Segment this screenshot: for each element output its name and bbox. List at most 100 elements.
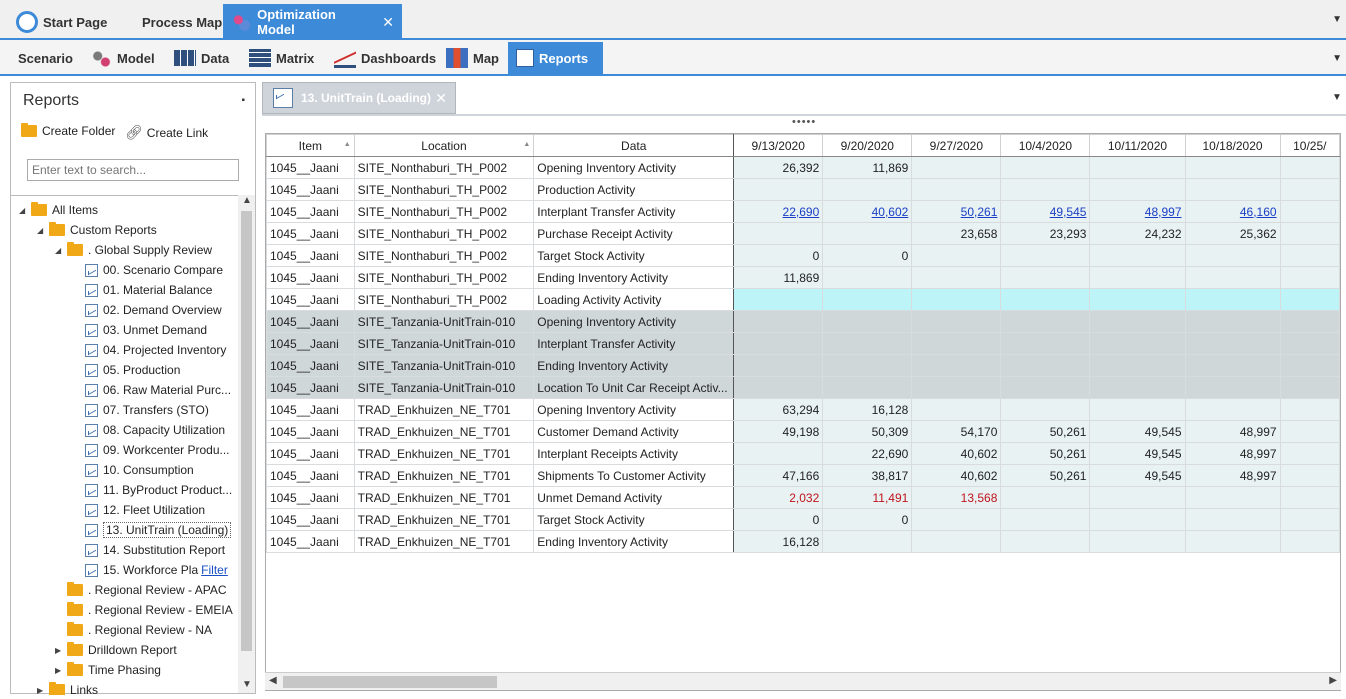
table-row[interactable]: 1045__Jaani TRAD_Enkhuizen_NE_T701 Target … — [266, 508, 1340, 531]
table-cell[interactable] — [733, 376, 824, 399]
table-cell[interactable]: TRAD_Enkhuizen_NE_T701 — [353, 486, 535, 509]
tree-folder[interactable]: ▶ Drilldown Report — [55, 640, 177, 660]
table-cell[interactable] — [822, 266, 913, 289]
tree-report-item[interactable]: 02. Demand Overview — [73, 300, 222, 320]
table-cell[interactable] — [1184, 178, 1281, 201]
table-cell[interactable] — [1279, 244, 1340, 267]
table-cell[interactable]: 22,690 — [822, 442, 913, 465]
table-cell[interactable]: 1045__Jaani — [266, 244, 355, 267]
table-cell[interactable]: 1045__Jaani — [266, 464, 355, 487]
table-cell[interactable] — [822, 332, 913, 355]
table-cell[interactable]: 40,602 — [911, 464, 1002, 487]
table-cell[interactable]: 25,362 — [1184, 222, 1281, 245]
table-cell[interactable] — [1184, 288, 1281, 311]
table-cell[interactable]: 1045__Jaani — [266, 200, 355, 223]
table-cell[interactable]: Unmet Demand Activity — [533, 486, 735, 509]
table-cell[interactable]: SITE_Tanzania-UnitTrain-010 — [353, 354, 535, 377]
tree-report-item[interactable]: 06. Raw Material Purc... — [73, 380, 231, 400]
tree-report-item[interactable]: 10. Consumption — [73, 460, 194, 480]
table-cell[interactable] — [1000, 266, 1091, 289]
ribbon-tab-map[interactable]: Map — [438, 42, 507, 74]
table-cell[interactable] — [733, 354, 824, 377]
table-cell[interactable]: TRAD_Enkhuizen_NE_T701 — [353, 398, 535, 421]
tree-folder[interactable]: . Regional Review - APAC — [55, 580, 227, 600]
table-cell[interactable]: 1045__Jaani — [266, 508, 355, 531]
tree-folder[interactable]: ◢ . Global Supply Review — [55, 240, 212, 260]
table-cell[interactable]: 11,869 — [822, 156, 913, 179]
table-cell[interactable]: SITE_Nonthaburi_TH_P002 — [353, 244, 535, 267]
table-cell[interactable]: 46,160 — [1184, 200, 1281, 223]
table-cell[interactable] — [1279, 376, 1340, 399]
table-cell[interactable] — [1089, 486, 1186, 509]
table-cell[interactable]: 1045__Jaani — [266, 178, 355, 201]
table-cell[interactable] — [733, 288, 824, 311]
table-cell[interactable] — [1089, 288, 1186, 311]
table-cell[interactable]: 16,128 — [733, 530, 824, 553]
table-cell[interactable] — [911, 156, 1002, 179]
table-row[interactable]: 1045__Jaani TRAD_Enkhuizen_NE_T701 Opening… — [266, 398, 1340, 421]
table-cell[interactable] — [911, 288, 1002, 311]
column-header[interactable]: 10/25/ — [1279, 134, 1340, 157]
table-cell[interactable]: 1045__Jaani — [266, 486, 355, 509]
cell-value[interactable]: 49,545 — [1050, 205, 1087, 219]
scroll-down-icon[interactable]: ▼ — [242, 679, 252, 690]
collapse-arrow-icon[interactable]: ▶ — [37, 686, 47, 695]
tree-report-item[interactable]: 07. Transfers (STO) — [73, 400, 209, 420]
table-cell[interactable]: SITE_Nonthaburi_TH_P002 — [353, 200, 535, 223]
table-cell[interactable]: SITE_Nonthaburi_TH_P002 — [353, 156, 535, 179]
table-cell[interactable]: 11,869 — [733, 266, 824, 289]
table-cell[interactable] — [822, 178, 913, 201]
table-row[interactable]: 1045__Jaani SITE_Nonthaburi_TH_P002 Target… — [266, 244, 1340, 267]
table-cell[interactable]: SITE_Tanzania-UnitTrain-010 — [353, 376, 535, 399]
cell-value[interactable]: 46,160 — [1240, 205, 1277, 219]
table-cell[interactable] — [1279, 156, 1340, 179]
scrollbar-thumb[interactable] — [241, 211, 252, 651]
table-row[interactable]: 1045__Jaani SITE_Nonthaburi_TH_P002 Loadin… — [266, 288, 1340, 311]
tree-report-item[interactable]: 08. Capacity Utilization — [73, 420, 225, 440]
table-cell[interactable] — [1089, 310, 1186, 333]
table-cell[interactable] — [1089, 354, 1186, 377]
table-cell[interactable] — [1279, 442, 1340, 465]
ribbon-tab-matrix[interactable]: Matrix — [241, 42, 322, 74]
table-cell[interactable]: 48,997 — [1089, 200, 1186, 223]
table-cell[interactable] — [822, 222, 913, 245]
table-cell[interactable]: Opening Inventory Activity — [533, 156, 735, 179]
table-cell[interactable]: 40,602 — [911, 442, 1002, 465]
table-cell[interactable] — [1000, 486, 1091, 509]
table-cell[interactable]: TRAD_Enkhuizen_NE_T701 — [353, 464, 535, 487]
table-cell[interactable] — [1000, 508, 1091, 531]
table-cell[interactable] — [1184, 266, 1281, 289]
table-cell[interactable]: Interplant Receipts Activity — [533, 442, 735, 465]
tab-process-map[interactable]: Process Map — [134, 4, 230, 40]
table-cell[interactable] — [822, 376, 913, 399]
chevron-down-icon[interactable]: ▼ — [1332, 53, 1342, 64]
scroll-left-icon[interactable]: ◀ — [269, 675, 277, 686]
table-cell[interactable]: 49,545 — [1000, 200, 1091, 223]
expand-arrow-icon[interactable]: ◢ — [55, 246, 65, 255]
table-cell[interactable] — [911, 376, 1002, 399]
ribbon-tab-data[interactable]: Data — [166, 42, 237, 74]
cell-value[interactable]: 40,602 — [872, 205, 909, 219]
table-cell[interactable]: 0 — [822, 508, 913, 531]
table-row[interactable]: 1045__Jaani SITE_Tanzania-UnitTrain-010 Lo… — [266, 376, 1340, 399]
table-cell[interactable]: 1045__Jaani — [266, 310, 355, 333]
column-header[interactable]: 9/13/2020 — [733, 134, 824, 157]
table-cell[interactable]: TRAD_Enkhuizen_NE_T701 — [353, 530, 535, 553]
ribbon-tab-reports[interactable]: Reports — [508, 42, 603, 74]
column-header[interactable]: 10/18/2020 — [1184, 134, 1281, 157]
table-cell[interactable]: Shipments To Customer Activity — [533, 464, 735, 487]
tree-folder[interactable]: ▶ Time Phasing — [55, 660, 161, 680]
table-cell[interactable] — [1000, 398, 1091, 421]
table-cell[interactable] — [911, 310, 1002, 333]
tree-report-item[interactable]: 13. UnitTrain (Loading) — [73, 520, 232, 540]
table-cell[interactable]: 0 — [822, 244, 913, 267]
table-cell[interactable] — [1000, 332, 1091, 355]
table-cell[interactable] — [1184, 310, 1281, 333]
table-cell[interactable] — [1184, 530, 1281, 553]
table-row[interactable]: 1045__Jaani SITE_Nonthaburi_TH_P002 Interp… — [266, 200, 1340, 223]
table-cell[interactable] — [1089, 376, 1186, 399]
table-cell[interactable] — [1279, 508, 1340, 531]
table-cell[interactable]: Location To Unit Car Receipt Activ... — [533, 376, 735, 399]
table-cell[interactable] — [1184, 508, 1281, 531]
table-cell[interactable] — [1089, 332, 1186, 355]
